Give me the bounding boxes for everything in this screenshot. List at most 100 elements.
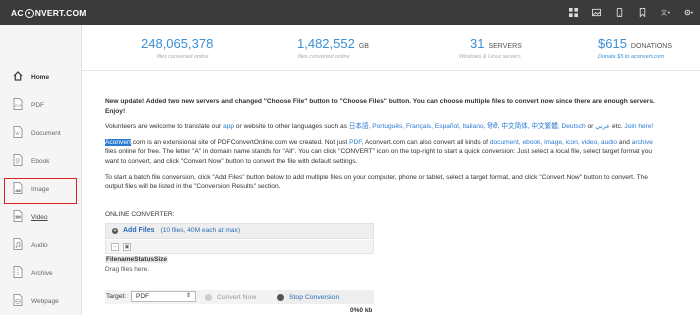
donate-link[interactable]: Donate $5 to aconvert.com xyxy=(598,54,664,60)
stop-icon xyxy=(277,293,284,301)
logo-text-left: AC xyxy=(11,8,24,18)
text: , Aconvert.com can also convert all kind… xyxy=(361,138,490,146)
stat-caption: Windows & Linux servers xyxy=(459,54,521,60)
online-converter: + Add Files (10 files, 40M each at max) … xyxy=(105,223,374,315)
add-files-note: (10 files, 40M each at max) xyxy=(160,227,241,234)
stat-unit: GB xyxy=(358,43,369,50)
top-icon-group: 文 xyxy=(562,0,700,25)
sidebar-item-webpage[interactable]: Webpage xyxy=(0,291,82,315)
add-files-button[interactable]: + Add Files (10 files, 40M each at max) xyxy=(112,227,240,234)
sidebar-item-archive[interactable]: Archive xyxy=(0,263,82,291)
language-icon[interactable]: 文 xyxy=(654,0,677,25)
sidebar-item-video[interactable]: Video xyxy=(0,207,82,235)
stats-bar: 248,065,378 files converted online 1,482… xyxy=(82,25,700,71)
image-icon[interactable] xyxy=(585,0,608,25)
stat-unit: DONATIONS xyxy=(630,43,673,50)
file-list-header: FilenameStatusSize xyxy=(105,256,169,263)
conversion-controls: Target: PDF ⇕ Convert Now Stop Conversio… xyxy=(105,290,374,304)
convert-icon xyxy=(205,293,212,301)
progress-readout: 0%0 kb xyxy=(350,307,373,314)
stat-value: 248,065,378 xyxy=(141,36,214,51)
sidebar-item-label: Document xyxy=(31,130,61,137)
sidebar-item-audio[interactable]: Audio xyxy=(0,235,82,263)
minus-icon[interactable]: − xyxy=(111,243,119,251)
format-links[interactable]: document, ebook, image, icon, video, aud… xyxy=(490,139,617,146)
stat-value: $615 DONATIONS xyxy=(598,36,673,51)
sidebar-item-ebook[interactable]: Ebook xyxy=(0,151,82,179)
sidebar: Home PDF PDF W Document Ebook Image Vide… xyxy=(0,25,82,315)
text: .com is an extensional site of PDFConver… xyxy=(131,138,350,146)
target-label: Target: xyxy=(106,293,127,300)
text: or website to other languages such as xyxy=(234,123,349,131)
stat-donations: $615 DONATIONS Donate $5 to aconvert.com xyxy=(542,25,700,71)
home-icon xyxy=(13,71,23,81)
sidebar-item-label: Archive xyxy=(31,270,53,277)
stat-unit: SERVERS xyxy=(488,43,522,50)
bookmark-icon[interactable] xyxy=(631,0,654,25)
plus-icon: + xyxy=(112,227,118,234)
sidebar-item-label: Webpage xyxy=(31,298,59,305)
stat-servers: 31 SERVERS Windows & Linux servers xyxy=(382,25,542,71)
converter-subtoolbar: − ▣ xyxy=(105,240,374,254)
video-icon xyxy=(13,210,23,222)
svg-text:W: W xyxy=(15,131,20,137)
stat-value: 1,482,552 GB xyxy=(297,36,369,51)
svg-text:PDF: PDF xyxy=(15,104,22,108)
target-format-select[interactable]: PDF ⇕ xyxy=(131,291,196,302)
stat-caption: files converted online xyxy=(157,54,209,60)
arabic-link[interactable]: عربي xyxy=(595,123,610,130)
top-bar: AC NVERT.COM 文 xyxy=(0,0,700,25)
logo-text-right: NVERT.COM xyxy=(34,8,87,18)
text: Volunteers are welcome to translate our xyxy=(105,123,224,131)
text: or xyxy=(585,123,596,131)
settings-icon[interactable] xyxy=(677,0,700,25)
sidebar-item-pdf[interactable]: PDF PDF xyxy=(0,95,82,123)
sidebar-item-label: Home xyxy=(31,74,50,81)
sidebar-item-label: Video xyxy=(31,214,48,221)
svg-text:文: 文 xyxy=(661,9,667,17)
sidebar-item-label: Audio xyxy=(31,242,48,249)
text: etc. xyxy=(610,123,625,131)
about-paragraph: Aconvert.com is an extensional site of P… xyxy=(105,138,665,167)
stat-value: 31 SERVERS xyxy=(470,36,522,51)
convert-now-button[interactable]: Convert Now xyxy=(205,290,273,304)
site-logo[interactable]: AC NVERT.COM xyxy=(11,8,87,18)
sidebar-item-home[interactable]: Home xyxy=(0,67,82,95)
pdf-icon: PDF xyxy=(13,98,23,110)
pdf-link[interactable]: PDF xyxy=(349,139,361,146)
stop-conversion-label: Stop Conversion xyxy=(289,293,340,301)
drop-zone[interactable]: Drag files here. xyxy=(105,266,149,273)
video-highlight-box xyxy=(4,178,77,204)
archive-icon xyxy=(13,266,23,278)
audio-icon xyxy=(13,238,23,250)
stop-conversion-button[interactable]: Stop Conversion xyxy=(277,290,374,304)
news-update: New update! Added two new servers and ch… xyxy=(105,98,655,115)
archive-link[interactable]: archive xyxy=(632,139,653,146)
grid-icon[interactable] xyxy=(562,0,585,25)
stat-caption: files converted online xyxy=(298,54,350,60)
converter-toolbar: + Add Files (10 files, 40M each at max) xyxy=(105,223,374,239)
sidebar-item-label: Ebook xyxy=(31,158,50,165)
text: files online for free. The letter "A" in… xyxy=(105,148,653,165)
ebook-icon xyxy=(13,154,23,166)
preview-icon[interactable]: ▣ xyxy=(123,243,131,251)
text: and xyxy=(617,138,632,146)
add-files-label: Add Files xyxy=(123,227,155,234)
document-icon: W xyxy=(13,126,23,138)
intro-content: New update! Added two new servers and ch… xyxy=(105,97,665,198)
online-converter-title: ONLINE CONVERTER: xyxy=(105,211,175,218)
stat-size: 1,482,552 GB files converted online xyxy=(222,25,382,71)
chevron-updown-icon: ⇕ xyxy=(185,293,191,299)
join-link[interactable]: Join here! xyxy=(624,123,653,130)
stat-files: 248,065,378 files converted online xyxy=(82,25,222,71)
mobile-icon[interactable] xyxy=(608,0,631,25)
convert-now-label: Convert Now xyxy=(217,293,257,301)
aconvert-highlight: Aconvert xyxy=(105,138,132,146)
logo-mark-icon xyxy=(24,8,34,18)
sidebar-item-document[interactable]: W Document xyxy=(0,123,82,151)
batch-paragraph: To start a batch file conversion, click … xyxy=(105,173,648,191)
webpage-icon xyxy=(13,294,23,306)
languages-links[interactable]: 日本語, Português, Français, Español, Itali… xyxy=(349,123,586,130)
volunteer-paragraph: Volunteers are welcome to translate our … xyxy=(105,122,665,132)
app-link[interactable]: app xyxy=(223,123,234,130)
